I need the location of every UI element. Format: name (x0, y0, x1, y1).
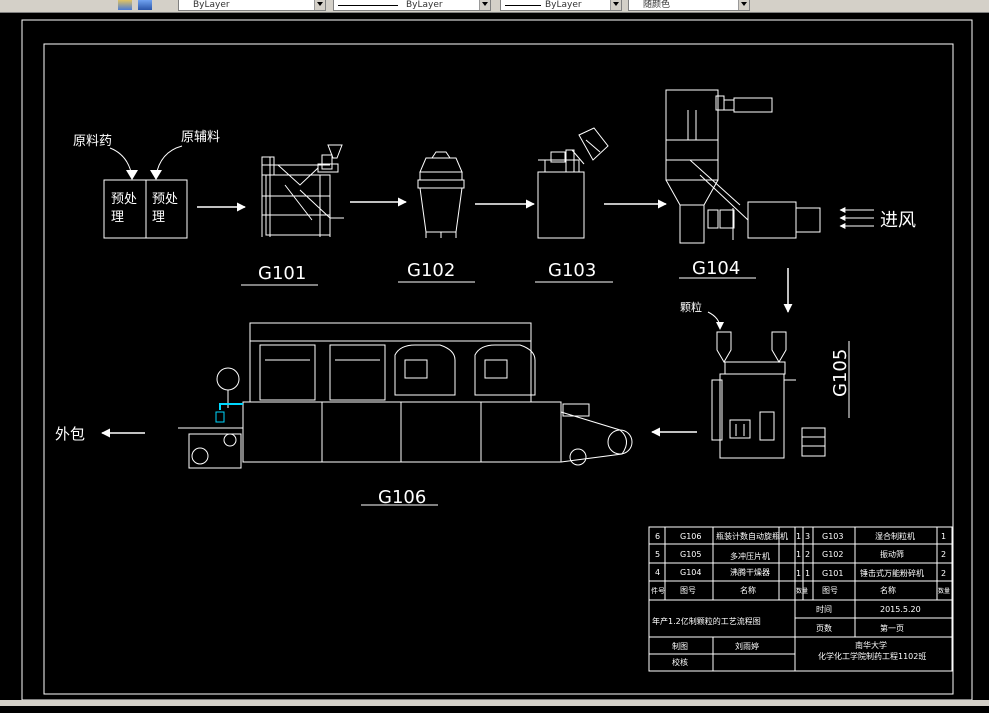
svg-text:图号: 图号 (822, 586, 838, 595)
svg-text:G105: G105 (680, 550, 701, 559)
svg-text:锤击式万能粉碎机: 锤击式万能粉碎机 (860, 568, 924, 578)
svg-text:湿合制粒机: 湿合制粒机 (875, 531, 915, 541)
svg-text:G101: G101 (822, 569, 843, 578)
svg-text:件号: 件号 (651, 586, 665, 595)
svg-text:数量: 数量 (938, 587, 950, 595)
linetype-swatch (338, 5, 398, 6)
svg-text:理: 理 (152, 210, 165, 225)
svg-text:名称: 名称 (880, 585, 896, 595)
cad-toolbar: ByLayer ByLayer ByLayer 随颜色 (0, 0, 989, 13)
svg-text:第一页: 第一页 (880, 623, 904, 633)
svg-text:G106: G106 (680, 532, 701, 541)
pretreat1-label: 预处 (111, 192, 137, 207)
svg-text:沸腾干燥器: 沸腾干燥器 (730, 567, 770, 577)
svg-text:1: 1 (796, 550, 801, 559)
svg-text:6: 6 (655, 532, 660, 541)
layer-icon[interactable] (118, 0, 132, 10)
g103-code: G103 (548, 260, 596, 281)
g105-bin (801, 427, 826, 457)
svg-text:化学化工学院制药工程1102班: 化学化工学院制药工程1102班 (818, 651, 926, 661)
color-select[interactable]: ByLayer (178, 0, 326, 11)
svg-text:G103: G103 (822, 532, 843, 541)
g102-code: G102 (407, 260, 455, 281)
svg-text:G102: G102 (822, 550, 843, 559)
outer-pack-label: 外包 (55, 425, 85, 443)
svg-text:1: 1 (796, 532, 801, 541)
svg-text:1: 1 (941, 532, 946, 541)
chevron-down-icon[interactable] (479, 0, 490, 10)
svg-text:G104: G104 (680, 568, 701, 577)
g104-code: G104 (692, 258, 740, 279)
g105-code: G105 (830, 349, 851, 397)
status-bar (0, 700, 989, 706)
svg-text:时间: 时间 (816, 604, 832, 614)
svg-text:3: 3 (805, 532, 810, 541)
g101-crusher-drawing (261, 144, 344, 237)
g102-vibrating-screen-drawing (417, 151, 465, 238)
svg-text:2: 2 (941, 550, 946, 559)
granules-label: 颗粒 (680, 300, 702, 314)
svg-text:1: 1 (796, 569, 801, 578)
svg-text:2: 2 (941, 569, 946, 578)
svg-text:多冲压片机: 多冲压片机 (730, 551, 770, 561)
svg-text:1: 1 (805, 569, 810, 578)
svg-text:数量: 数量 (796, 587, 808, 595)
pretreat2-label: 预处 (152, 192, 178, 207)
g106-code: G106 (378, 487, 426, 508)
svg-text:5: 5 (655, 550, 660, 559)
cad-drawing-canvas[interactable]: 原料药 原辅料 预处 理 预处 理 进风 颗粒 G105 外包 6 G106 瓶… (0, 13, 989, 713)
lineweight-select[interactable]: ByLayer (500, 0, 622, 11)
svg-text:振动筛: 振动筛 (880, 549, 904, 559)
g103-granulator-drawing (537, 127, 609, 239)
title-block (648, 526, 953, 672)
chevron-down-icon[interactable] (610, 0, 621, 10)
svg-text:2: 2 (805, 550, 810, 559)
g104-fluid-bed-dryer-drawing (665, 89, 821, 244)
raw-excipient-label: 原辅料 (181, 130, 220, 145)
svg-text:刘雨婷: 刘雨婷 (735, 641, 759, 651)
linetype-select[interactable]: ByLayer (333, 0, 491, 11)
svg-text:2015.5.20: 2015.5.20 (880, 605, 921, 614)
lineweight-swatch (505, 5, 541, 6)
svg-text:名称: 名称 (740, 585, 756, 595)
air-inlet-label: 进风 (880, 210, 916, 231)
svg-text:页数: 页数 (816, 623, 832, 633)
layer-states-icon[interactable] (138, 0, 152, 10)
plotstyle-select[interactable]: 随颜色 (628, 0, 750, 11)
svg-text:校核: 校核 (672, 657, 688, 667)
cyan-feed-pipe (219, 403, 243, 410)
raw-drug-label: 原料药 (73, 134, 112, 149)
svg-text:理: 理 (111, 210, 124, 225)
chevron-down-icon[interactable] (738, 0, 749, 10)
svg-text:制图: 制图 (672, 641, 688, 651)
svg-text:南华大学: 南华大学 (855, 640, 887, 650)
svg-text:瓶装计数自动旋瓶机: 瓶装计数自动旋瓶机 (716, 531, 788, 541)
drawing-title: 年产1.2亿制颗粒的工艺流程图 (652, 616, 761, 626)
svg-text:4: 4 (655, 568, 660, 577)
g105-tablet-press-drawing (711, 331, 796, 459)
chevron-down-icon[interactable] (314, 0, 325, 10)
g101-code: G101 (258, 263, 306, 284)
svg-text:图号: 图号 (680, 586, 696, 595)
g106-bottling-line-drawing (178, 322, 633, 469)
